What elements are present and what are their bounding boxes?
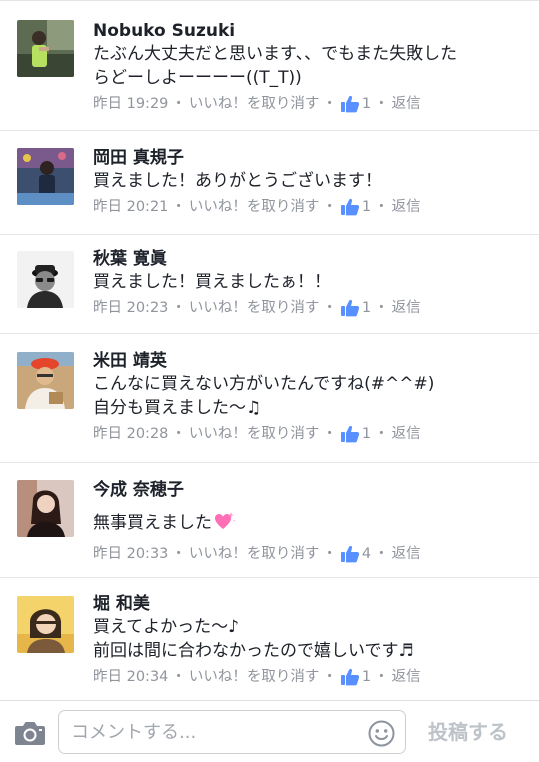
commenter-name[interactable]: 米田 靖英: [93, 350, 525, 372]
thumbs-up-icon[interactable]: [340, 95, 360, 113]
like-count[interactable]: 1: [362, 667, 371, 687]
thumbs-up-icon[interactable]: [340, 425, 360, 443]
comment-meta: 昨日 20:28 ・ いいね！を取り消す ・ 1 ・ 返信: [93, 424, 421, 444]
timestamp[interactable]: 昨日 20:28: [93, 424, 168, 444]
comment-item: 今成 奈穂子 無事買えました 昨日 20:33 ・ いいね！を取り消す ・ 4 …: [0, 463, 539, 578]
smiley-icon[interactable]: [368, 720, 395, 747]
commenter-name[interactable]: 今成 奈穂子: [93, 479, 525, 501]
reply-link[interactable]: 返信: [392, 94, 421, 114]
avatar[interactable]: [17, 20, 74, 77]
unlike-link[interactable]: いいね！を取り消す: [189, 298, 320, 318]
thumbs-up-icon[interactable]: [340, 545, 360, 563]
comment-item: 岡田 真規子 買えました！ありがとうございます！ 昨日 20:21 ・ いいね！…: [0, 131, 539, 235]
commenter-name[interactable]: 秋葉 寛眞: [93, 248, 525, 270]
commenter-name[interactable]: 堀 和美: [93, 593, 525, 615]
like-count[interactable]: 1: [362, 298, 371, 318]
commenter-name[interactable]: Nobuko Suzuki: [93, 20, 525, 42]
comment-input[interactable]: コメントする...: [58, 710, 406, 754]
unlike-link[interactable]: いいね！を取り消す: [189, 544, 320, 564]
unlike-link[interactable]: いいね！を取り消す: [189, 667, 320, 687]
thumbs-up-icon[interactable]: [340, 299, 360, 317]
comment-text: 買えました！買えましたぁ！！: [93, 272, 331, 292]
comment-text: こんなに買えない方がいたんですね(#^^#) 自分も買えました〜♫: [93, 374, 435, 418]
timestamp[interactable]: 昨日 20:23: [93, 298, 168, 318]
reply-link[interactable]: 返信: [392, 424, 421, 444]
comment-text: 買えてよかった〜♪ 前回は間に合わなかったので嬉しいです♬: [93, 617, 414, 661]
reply-link[interactable]: 返信: [392, 667, 421, 687]
avatar[interactable]: [17, 148, 74, 205]
unlike-link[interactable]: いいね！を取り消す: [189, 94, 320, 114]
avatar[interactable]: [17, 596, 74, 653]
comment-text: 無事買えました: [93, 511, 525, 538]
avatar[interactable]: [17, 480, 74, 537]
unlike-link[interactable]: いいね！を取り消す: [189, 424, 320, 444]
comment-text: 買えました！ありがとうございます！: [93, 171, 382, 191]
camera-icon[interactable]: [14, 720, 46, 746]
like-count[interactable]: 1: [362, 424, 371, 444]
avatar[interactable]: [17, 352, 74, 409]
comment-text: たぶん大丈夫だと思います、、でもまた失敗した らどーしよーーーー((T_T)): [93, 44, 458, 88]
thumbs-up-icon[interactable]: [340, 198, 360, 216]
timestamp[interactable]: 昨日 20:33: [93, 544, 168, 564]
comment-placeholder: コメントする...: [71, 722, 197, 743]
comment-meta: 昨日 19:29 ・ いいね！を取り消す ・ 1 ・ 返信: [93, 94, 421, 114]
like-count[interactable]: 1: [362, 197, 371, 217]
sparkling-heart-icon: [214, 511, 236, 538]
comment-item: Nobuko Suzuki たぶん大丈夫だと思います、、でもまた失敗した らどー…: [0, 0, 539, 131]
post-button[interactable]: 投稿する: [428, 719, 508, 745]
commenter-name[interactable]: 岡田 真規子: [93, 147, 525, 169]
comment-meta: 昨日 20:23 ・ いいね！を取り消す ・ 1 ・ 返信: [93, 298, 421, 318]
unlike-link[interactable]: いいね！を取り消す: [189, 197, 320, 217]
comment-composer: コメントする... 投稿する: [0, 700, 539, 762]
comment-meta: 昨日 20:21 ・ いいね！を取り消す ・ 1 ・ 返信: [93, 197, 421, 217]
thumbs-up-icon[interactable]: [340, 668, 360, 686]
reply-link[interactable]: 返信: [392, 298, 421, 318]
comment-item: 米田 靖英 こんなに買えない方がいたんですね(#^^#) 自分も買えました〜♫ …: [0, 334, 539, 463]
comment-item: 堀 和美 買えてよかった〜♪ 前回は間に合わなかったので嬉しいです♬ 昨日 20…: [0, 578, 539, 700]
timestamp[interactable]: 昨日 19:29: [93, 94, 168, 114]
comment-meta: 昨日 20:33 ・ いいね！を取り消す ・ 4 ・ 返信: [93, 544, 421, 564]
timestamp[interactable]: 昨日 20:34: [93, 667, 168, 687]
like-count[interactable]: 1: [362, 94, 371, 114]
timestamp[interactable]: 昨日 20:21: [93, 197, 168, 217]
like-count[interactable]: 4: [362, 544, 371, 564]
reply-link[interactable]: 返信: [392, 544, 421, 564]
comment-meta: 昨日 20:34 ・ いいね！を取り消す ・ 1 ・ 返信: [93, 667, 421, 687]
comment-item: 秋葉 寛眞 買えました！買えましたぁ！！ 昨日 20:23 ・ いいね！を取り消…: [0, 235, 539, 334]
avatar[interactable]: [17, 251, 74, 308]
reply-link[interactable]: 返信: [392, 197, 421, 217]
